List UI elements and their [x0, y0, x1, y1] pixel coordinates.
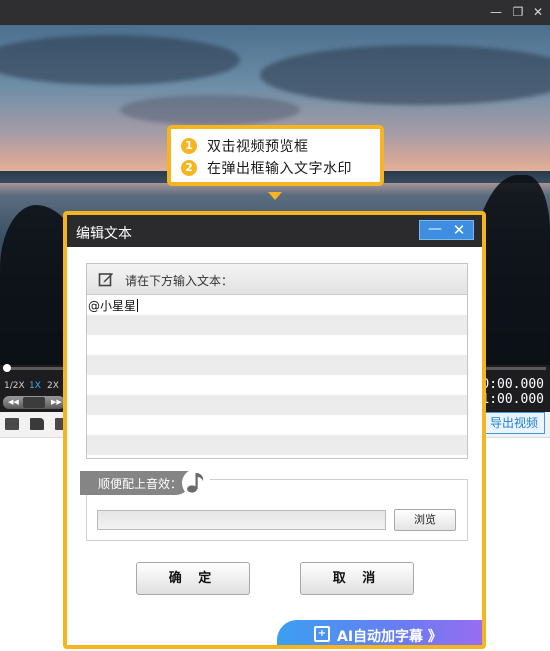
edit-icon: [98, 273, 113, 287]
text-panel-header: 请在下方输入文本：: [87, 264, 467, 295]
step-number-2: 2: [181, 160, 197, 176]
ai-subtitle-label: AI自动加字幕 》: [337, 629, 442, 645]
jog-shuttle[interactable]: ◀◀ ▶▶: [3, 396, 65, 409]
open-folder-icon[interactable]: [30, 418, 44, 430]
restore-icon[interactable]: ❐: [510, 4, 526, 20]
hint-callout: 1 双击视频预览框 2 在弹出框输入文字水印: [167, 125, 384, 186]
dialog-window-controls: — ✕: [419, 220, 474, 240]
seek-handle[interactable]: [3, 364, 11, 372]
text-line[interactable]: [87, 435, 467, 455]
export-video-button[interactable]: 导出视频: [482, 412, 545, 434]
music-label: 顺便配上音效：: [98, 477, 183, 491]
text-input-value[interactable]: @小星星: [88, 297, 139, 314]
music-path-input[interactable]: [97, 510, 386, 530]
speed-2x[interactable]: 2X: [47, 381, 59, 391]
close-icon[interactable]: ✕: [530, 4, 546, 20]
speed-half[interactable]: 1/2X: [4, 381, 25, 391]
text-prompt-label: 请在下方输入文本：: [125, 274, 234, 288]
hint-step-1: 1 双击视频预览框: [181, 136, 309, 156]
jog-knob[interactable]: [23, 397, 45, 408]
new-project-icon[interactable]: [5, 418, 19, 430]
text-input-panel[interactable]: 请在下方输入文本： @小星星: [86, 263, 468, 459]
step-text-2: 在弹出框输入文字水印: [207, 161, 352, 177]
cancel-button[interactable]: 取 消: [300, 562, 414, 595]
step-text-1: 双击视频预览框: [207, 139, 309, 155]
text-line[interactable]: [87, 395, 467, 415]
music-tab: 顺便配上音效：: [80, 471, 190, 495]
minimize-icon[interactable]: —: [488, 4, 504, 20]
callout-pointer: [268, 192, 282, 200]
dialog-minimize-icon[interactable]: —: [425, 221, 445, 239]
hint-step-2: 2 在弹出框输入文字水印: [181, 158, 352, 178]
ai-subtitle-banner[interactable]: + AI自动加字幕 》: [277, 620, 482, 645]
text-line[interactable]: [87, 315, 467, 335]
edit-text-dialog: 编辑文本 — ✕ 请在下方输入文本： @小星星 顺便配上音效： 浏览 确 定 取…: [63, 211, 486, 649]
dialog-title: 编辑文本: [76, 226, 132, 242]
dialog-title-bar: 编辑文本 — ✕: [67, 215, 482, 247]
app-window: — ❐ ✕ 1 双击视频预览框 2 在弹出框输入文字水印 1/2X 1X 2X …: [0, 0, 550, 651]
ai-subtitle-icon: +: [314, 626, 330, 642]
text-caret: [137, 299, 139, 312]
dialog-close-icon[interactable]: ✕: [449, 221, 469, 239]
text-line[interactable]: [87, 295, 467, 315]
title-bar: — ❐ ✕: [0, 0, 550, 25]
rewind-icon[interactable]: ◀◀: [8, 396, 19, 409]
browse-button[interactable]: 浏览: [394, 509, 456, 531]
text-line[interactable]: [87, 375, 467, 395]
step-number-1: 1: [181, 138, 197, 154]
fast-forward-icon[interactable]: ▶▶: [51, 396, 62, 409]
ok-button[interactable]: 确 定: [136, 562, 250, 595]
text-line[interactable]: [87, 415, 467, 435]
music-note-icon: [182, 469, 210, 497]
text-line[interactable]: [87, 335, 467, 355]
speed-1x[interactable]: 1X: [29, 381, 41, 391]
text-line[interactable]: [87, 355, 467, 375]
